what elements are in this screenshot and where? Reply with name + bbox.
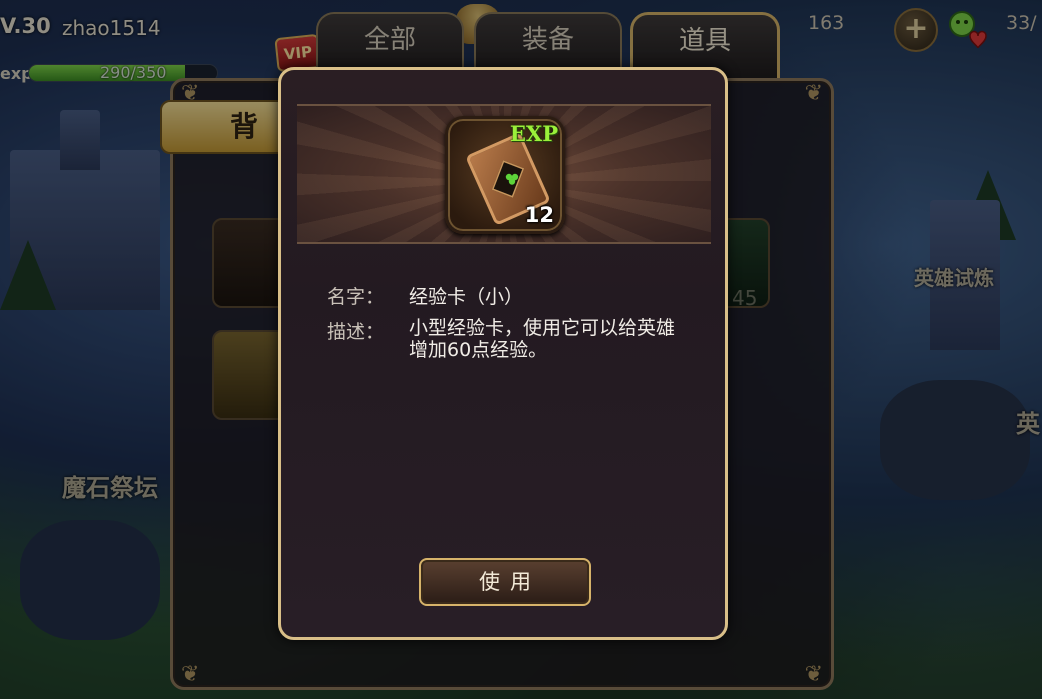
item-detail-dialog: EXP 12 名字： 经验卡（小） 描述： 小型经验卡，使用它可以给英雄增加60… <box>278 67 728 640</box>
item-quantity: 12 <box>524 203 554 227</box>
exp-tag: EXP <box>509 121 558 146</box>
exp-card-icon: EXP 12 <box>445 116 565 234</box>
use-button[interactable]: 使用 <box>419 558 591 606</box>
item-description: 小型经验卡，使用它可以给英雄增加60点经验。 <box>409 317 676 361</box>
description-label: 描述： <box>327 321 385 343</box>
name-label: 名字： <box>327 286 385 308</box>
clover-icon <box>505 173 519 185</box>
game-screen: V.30 zhao1514 exp 290/350 VIP 163 + 33/ … <box>0 0 1042 699</box>
item-name: 经验卡（小） <box>409 286 524 308</box>
